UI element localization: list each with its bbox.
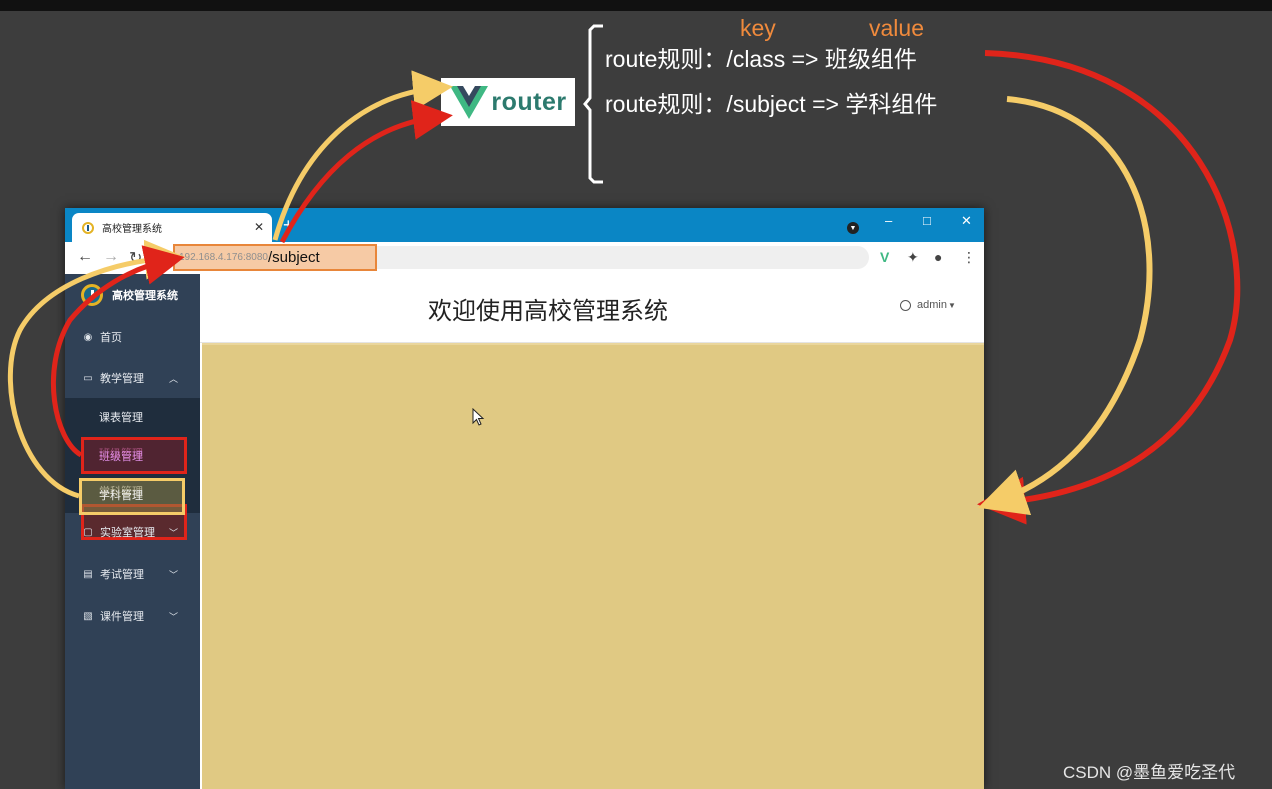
watermark: CSDN @墨鱼爱吃圣代: [1063, 763, 1236, 782]
arrow-url-to-router: [272, 70, 453, 241]
arrow-class-component: [977, 50, 1241, 525]
arrow-url-to-router-red: [279, 100, 453, 244]
arrow-subject-to-url: [7, 239, 185, 499]
arrow-class-to-url: [50, 245, 185, 458]
arrow-subject-component: [977, 96, 1153, 516]
flow-arrows: [7, 50, 1241, 525]
